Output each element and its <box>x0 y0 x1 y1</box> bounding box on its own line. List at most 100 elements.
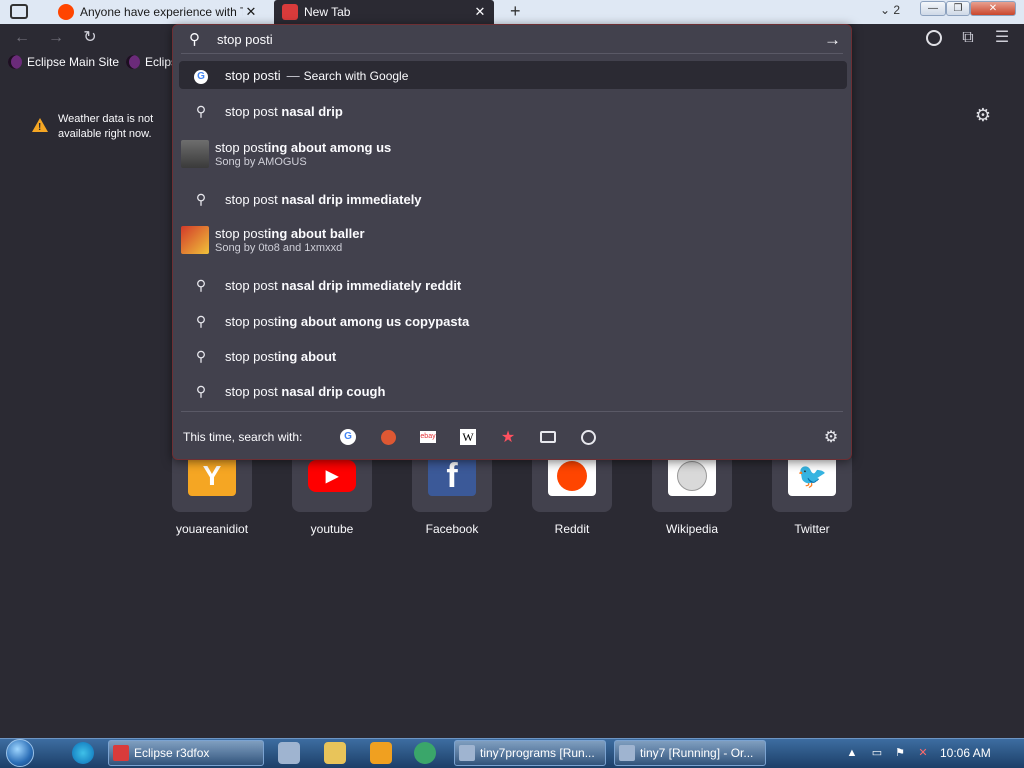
tabs-icon[interactable] <box>540 429 556 445</box>
top-site-twitter[interactable]: 🐦 Twitter <box>772 452 852 536</box>
song-thumbnail-icon <box>181 226 209 254</box>
top-site-label: youareanidiot <box>175 522 249 536</box>
forward-button[interactable]: → <box>46 28 66 48</box>
close-window-button[interactable]: ✕ <box>970 1 1016 16</box>
suggestion-completion: ing about among us <box>267 140 392 155</box>
reload-button[interactable]: ↻ <box>80 28 100 48</box>
taskbar-label: tiny7programs [Run... <box>480 746 595 760</box>
suggestion-prefix: stop post <box>215 140 268 155</box>
suggestion-completion: nasal drip cough <box>281 383 386 399</box>
suggestion-row[interactable]: ⚲ stop post nasal drip immediately <box>179 187 847 211</box>
start-button[interactable] <box>6 738 42 768</box>
extensions-icon[interactable]: ⧉ <box>958 28 978 48</box>
top-site-label: youtube <box>310 522 354 536</box>
volume-muted-tray-icon[interactable]: ✕ <box>916 746 930 760</box>
suggestion-prefix: stop post <box>225 277 282 293</box>
suggestion-completion: nasal drip immediately <box>281 191 422 207</box>
weather-widget: ! Weather data is not available right no… <box>32 112 153 142</box>
song-thumbnail-icon <box>181 140 209 168</box>
search-settings-gear-icon[interactable]: ⚙ <box>823 429 839 446</box>
media-player-icon[interactable] <box>370 742 392 764</box>
new-tab-button[interactable]: + <box>510 1 521 22</box>
bookmark-eclipse-main-site[interactable]: Eclipse Main Site <box>8 55 119 69</box>
bookmark-eclipse[interactable]: Eclips <box>126 55 177 69</box>
tab-overflow-chevron-icon[interactable]: ⌄ 2 <box>880 3 900 17</box>
close-tab-icon[interactable]: ✕ <box>243 4 259 20</box>
top-site-facebook[interactable]: f Facebook <box>412 452 492 536</box>
tab-count: 2 <box>893 3 901 17</box>
top-site-reddit[interactable]: Reddit <box>532 452 612 536</box>
tab-list-icon[interactable] <box>10 4 28 19</box>
bookmarks-star-icon[interactable]: ★ <box>500 429 516 446</box>
suggestion-prefix: stop post <box>225 348 278 364</box>
virtualbox-icon[interactable] <box>278 742 300 764</box>
search-icon: ⚲ <box>195 190 207 207</box>
suggestion-prefix: stop post <box>225 383 282 399</box>
google-engine-icon[interactable]: G <box>340 429 356 445</box>
windows-logo-icon <box>6 739 34 767</box>
youtube-logo-icon: ▶ <box>308 460 356 492</box>
fox-favicon-icon <box>282 4 298 20</box>
weather-message-line2: available right now. <box>58 128 152 140</box>
go-arrow-icon[interactable]: → <box>824 30 841 50</box>
clock[interactable]: 10:06 AM <box>940 746 991 760</box>
virtualbox-window-icon <box>619 745 635 761</box>
ebay-engine-icon[interactable]: ebay <box>420 429 436 445</box>
taskbar-item-eclipse[interactable]: Eclipse r3dfox <box>108 740 264 766</box>
wikipedia-engine-icon[interactable]: W <box>460 429 476 445</box>
suggestion-row[interactable]: ⚲ stop posting about among us copypasta <box>179 309 847 333</box>
top-site-label: Facebook <box>425 522 479 536</box>
edge-icon[interactable] <box>72 742 94 764</box>
twitter-logo-icon: 🐦 <box>788 456 836 496</box>
history-clock-icon[interactable] <box>580 429 596 445</box>
maximize-button[interactable]: ❐ <box>946 1 970 16</box>
tab-title: Anyone have experience with Ti <box>80 5 243 19</box>
account-icon[interactable] <box>924 28 944 48</box>
eclipse-icon <box>126 55 140 69</box>
suggestion-row[interactable]: ⚲ stop posting about <box>179 344 847 368</box>
divider <box>181 411 843 412</box>
one-off-search-label: This time, search with: <box>183 430 303 444</box>
weather-message-line1: Weather data is not <box>58 113 154 125</box>
suggestion-completion: ing about <box>277 348 337 364</box>
menu-icon[interactable]: ☰ <box>992 28 1012 48</box>
show-hidden-icons-icon[interactable]: ▲ <box>845 746 859 760</box>
bookmark-label: Eclipse Main Site <box>27 55 120 69</box>
network-icon[interactable] <box>414 742 436 764</box>
close-tab-icon[interactable]: ✕ <box>472 4 488 20</box>
suggestion-row[interactable]: ⚲ stop post nasal drip cough <box>179 379 847 403</box>
suggestion-row-song[interactable]: stop posting about baller Song by 0to8 an… <box>179 223 847 257</box>
top-site-label: Twitter <box>794 522 830 536</box>
urlbar-popup: ⚲ → G stop posti —Search with Google ⚲ st… <box>172 24 852 460</box>
minimize-button[interactable]: — <box>920 1 946 16</box>
taskbar-item-tiny7[interactable]: tiny7 [Running] - Or... <box>614 740 766 766</box>
warning-icon: ! <box>32 118 48 133</box>
fox-icon <box>113 745 129 761</box>
suggestion-row-song[interactable]: stop posting about among us Song by AMOGU… <box>179 137 847 171</box>
search-icon: ⚲ <box>189 31 200 48</box>
tab-new-tab[interactable]: New Tab ✕ <box>274 0 494 24</box>
search-icon: ⚲ <box>195 312 207 329</box>
suggestion-subtitle: Song by 0to8 and 1xmxxd <box>215 242 343 254</box>
suggestion-row[interactable]: ⚲ stop post nasal drip immediately reddi… <box>179 273 847 297</box>
flag-tray-icon[interactable]: ⚑ <box>893 746 907 760</box>
top-site-youareanidiot[interactable]: Y youareanidiot <box>172 452 252 536</box>
google-icon: G <box>189 66 213 84</box>
tab-anyone-have-experience[interactable]: Anyone have experience with Ti ✕ <box>50 0 265 24</box>
taskbar-label: tiny7 [Running] - Or... <box>640 746 754 760</box>
facebook-logo-icon: f <box>428 456 476 496</box>
urlbar-input[interactable] <box>217 31 797 47</box>
folder-icon[interactable] <box>324 742 346 764</box>
duckduckgo-engine-icon[interactable] <box>380 429 396 445</box>
back-button[interactable]: ← <box>12 28 32 48</box>
suggestion-prefix: stop post <box>225 191 282 207</box>
page-settings-gear-icon[interactable]: ⚙ <box>973 105 993 125</box>
suggestion-row[interactable]: ⚲ stop post nasal drip <box>179 99 847 123</box>
top-site-youtube[interactable]: ▶ youtube <box>292 452 372 536</box>
network-tray-icon[interactable]: ▭ <box>870 746 884 760</box>
suggestion-completion: ing about baller <box>267 226 365 241</box>
taskbar-item-tiny7programs[interactable]: tiny7programs [Run... <box>454 740 606 766</box>
suggestion-row-search-google[interactable]: G stop posti — Search with Google <box>179 61 847 89</box>
eclipse-icon <box>8 55 22 69</box>
top-site-wikipedia[interactable]: Wikipedia <box>652 452 732 536</box>
